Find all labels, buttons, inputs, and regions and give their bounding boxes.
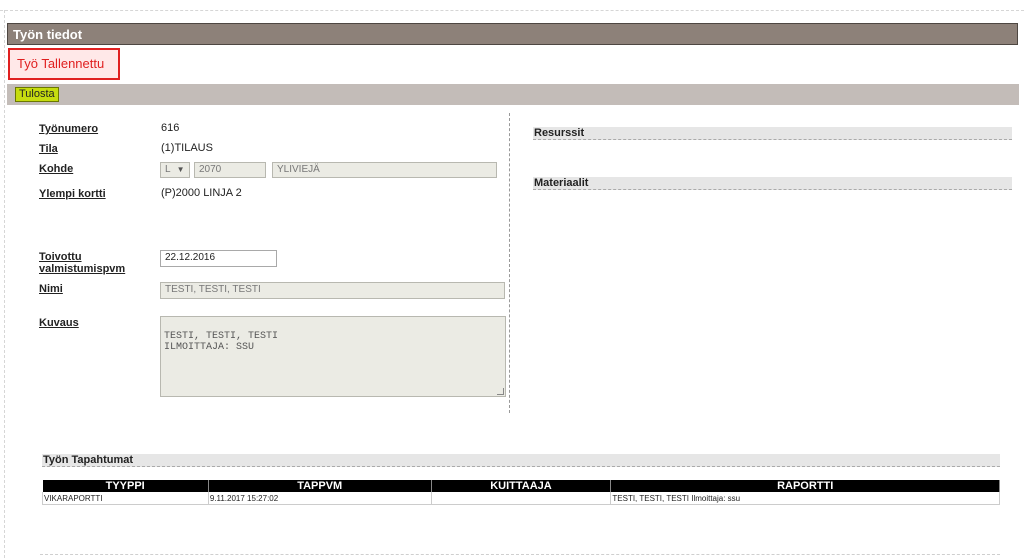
toolbar: Tulosta	[7, 84, 1019, 105]
top-divider	[0, 10, 1024, 11]
state-value: (1)TILAUS	[161, 142, 213, 154]
desired-date-label-line2: valmistumispvm	[39, 263, 126, 275]
cell-date: 9.11.2017 15:27:02	[208, 492, 432, 505]
work-number-label: Työnumero	[39, 123, 99, 135]
target-type-select[interactable]: L ▼	[160, 162, 190, 178]
desired-date-input[interactable]: 22.12.2016	[160, 250, 277, 267]
resize-handle-icon[interactable]	[497, 388, 504, 395]
column-header-acknowledger[interactable]: KUITTAAJA	[431, 480, 612, 492]
desired-date-label-line1: Toivottu	[39, 251, 82, 263]
state-label: Tila	[39, 143, 58, 155]
materials-section-title: Materiaalit	[533, 177, 1012, 190]
resources-section-title: Resurssit	[533, 127, 1012, 140]
cell-report: TESTI, TESTI, TESTI Ilmoittaja: ssu	[610, 492, 1000, 505]
events-section-title: Työn Tapahtumat	[42, 454, 1000, 467]
desired-date-label: Toivottu valmistumispvm	[39, 251, 125, 275]
description-textarea[interactable]: TESTI, TESTI, TESTI ILMOITTAJA: SSU	[160, 316, 506, 397]
saved-status-message: Työ Tallennettu	[8, 48, 120, 80]
column-header-type[interactable]: TYYPPI	[42, 480, 209, 492]
parent-card-value: (P)2000 LINJA 2	[161, 187, 242, 199]
name-label: Nimi	[39, 283, 63, 295]
left-divider	[4, 10, 5, 558]
target-code-field[interactable]: 2070	[194, 162, 266, 178]
events-table: TYYPPI TAPPVM KUITTAAJA RAPORTTI VIKARAP…	[42, 480, 1000, 505]
target-label: Kohde	[39, 163, 74, 175]
print-button[interactable]: Tulosta	[15, 87, 59, 102]
events-header-row: TYYPPI TAPPVM KUITTAAJA RAPORTTI	[42, 480, 1000, 492]
name-field[interactable]: TESTI, TESTI, TESTI	[160, 282, 505, 299]
work-number-value: 616	[161, 122, 180, 134]
table-row[interactable]: VIKARAPORTTI 9.11.2017 15:27:02 TESTI, T…	[42, 492, 1000, 505]
bottom-divider	[40, 554, 1000, 555]
target-name-field[interactable]: YLIVIEJÄ	[272, 162, 497, 178]
parent-card-label: Ylempi kortti	[39, 188, 106, 200]
column-header-date[interactable]: TAPPVM	[208, 480, 432, 492]
column-divider	[509, 113, 510, 413]
description-label: Kuvaus	[39, 317, 79, 329]
cell-acknowledger	[431, 492, 612, 505]
page-title: Työn tiedot	[7, 23, 1018, 45]
column-header-report[interactable]: RAPORTTI	[610, 480, 1000, 492]
description-text: TESTI, TESTI, TESTI ILMOITTAJA: SSU	[164, 331, 279, 353]
target-type-value: L	[165, 164, 171, 175]
chevron-down-icon: ▼	[176, 165, 185, 174]
cell-type: VIKARAPORTTI	[42, 492, 209, 505]
